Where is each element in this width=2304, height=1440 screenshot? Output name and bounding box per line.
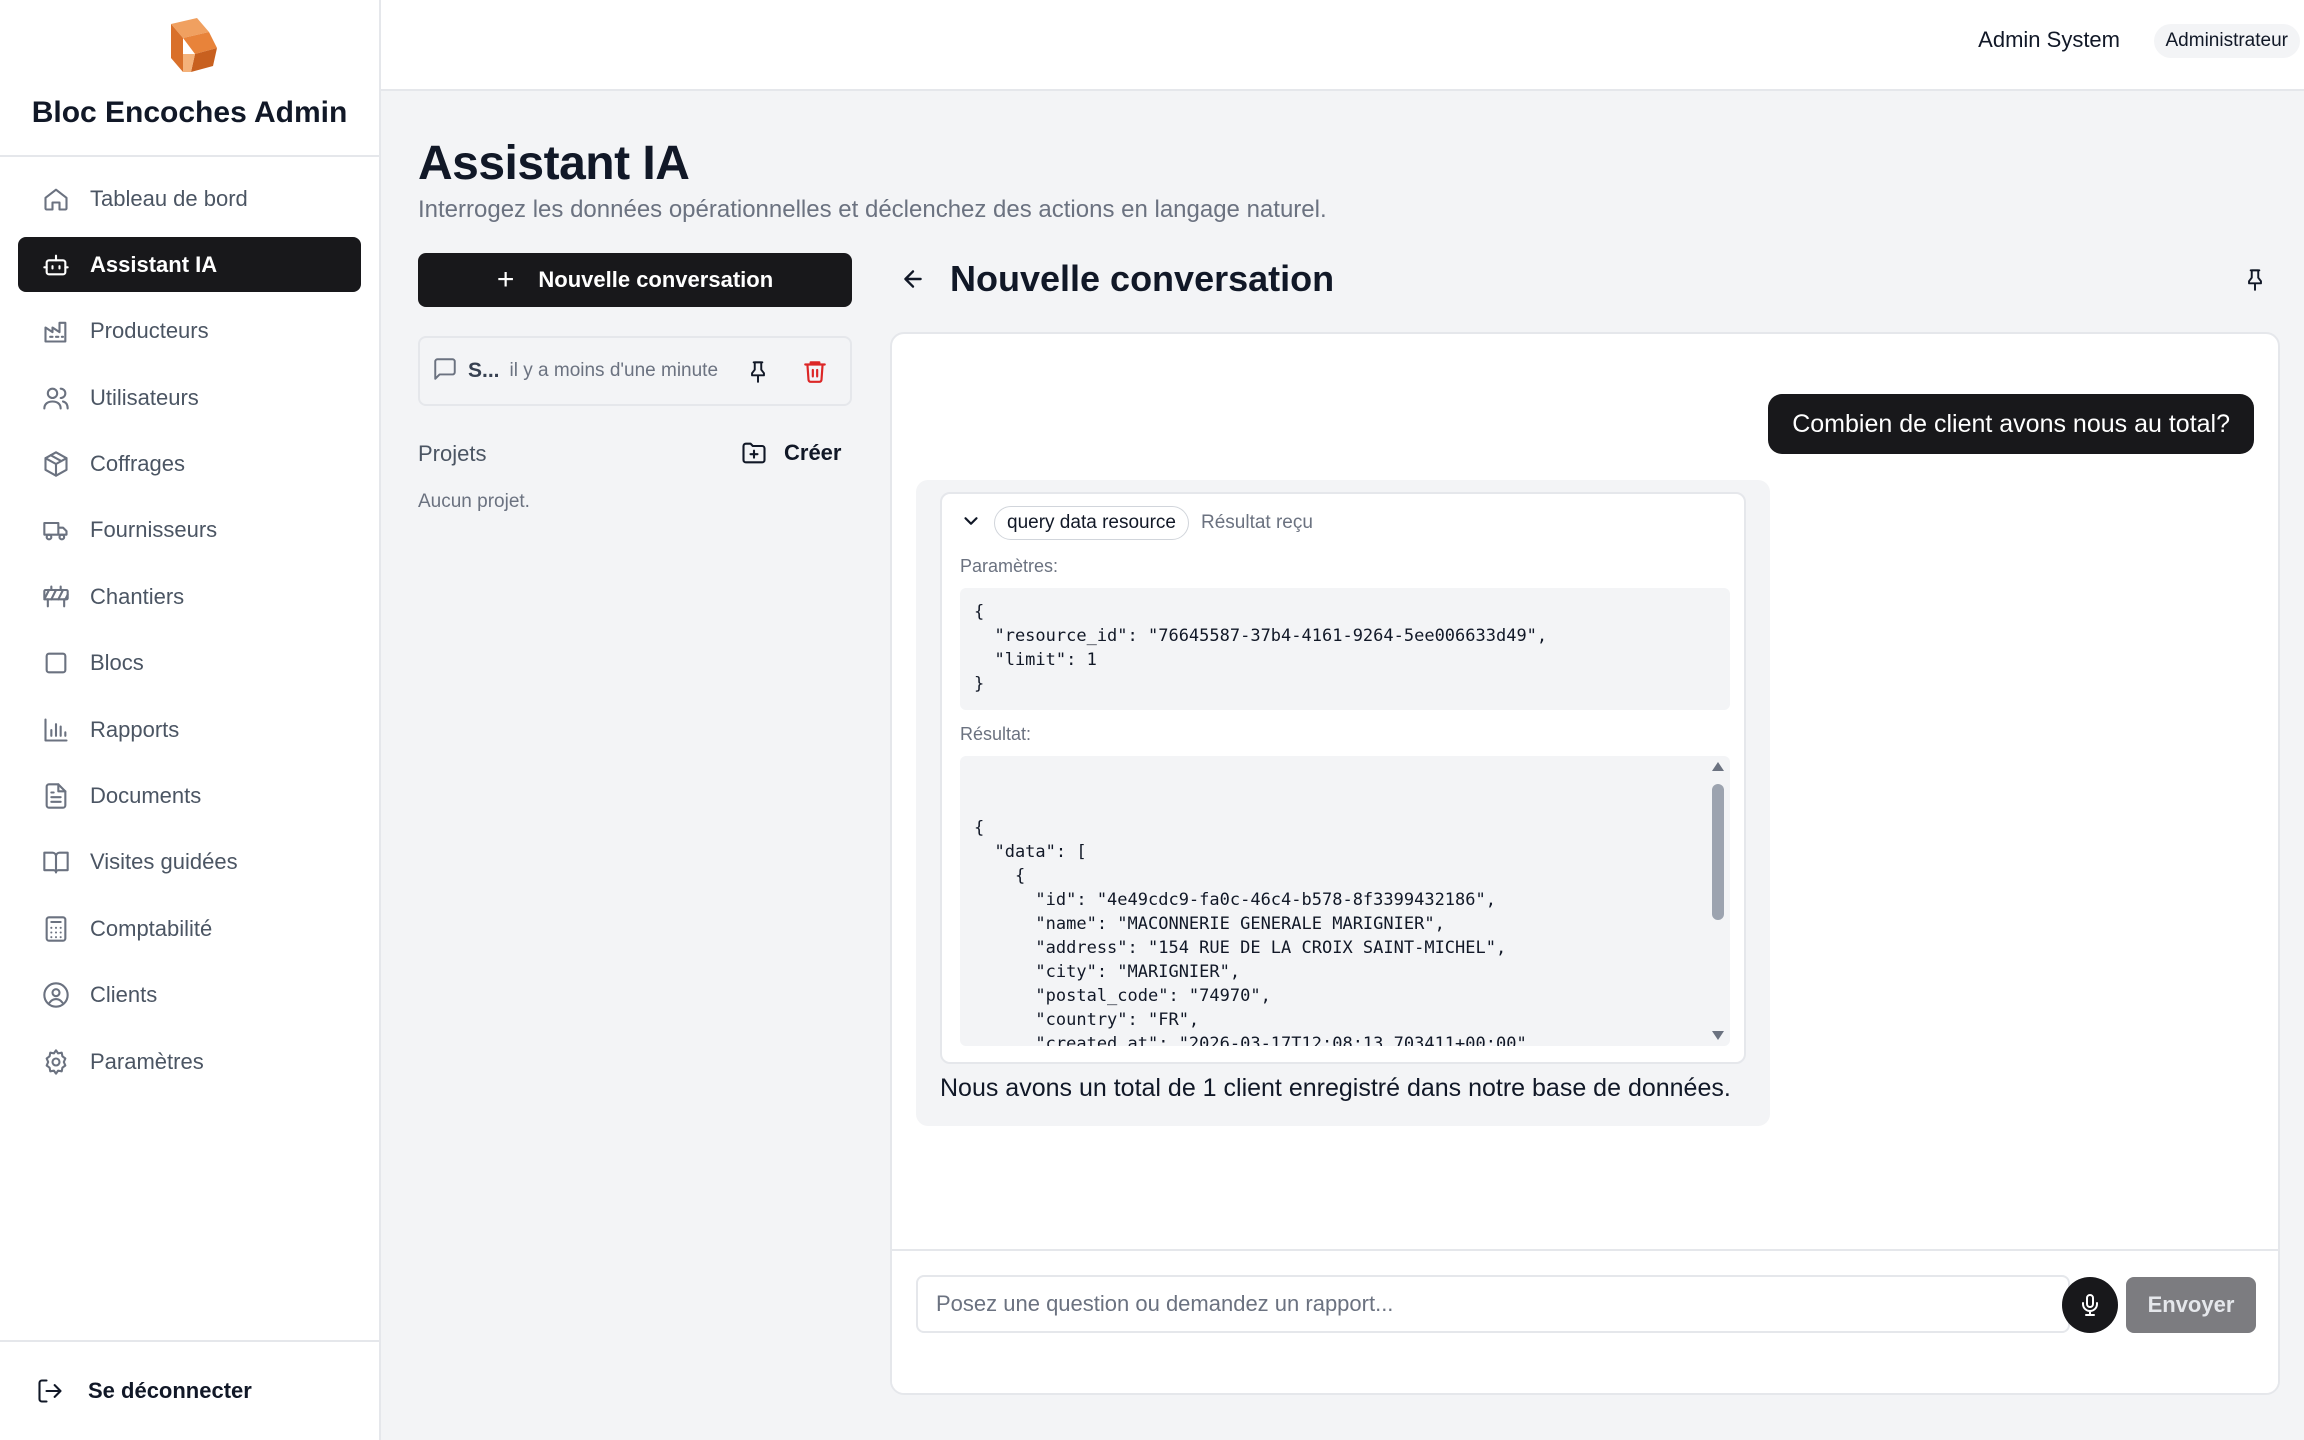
sidebar-item-tableau-de-bord[interactable]: Tableau de bord [18,171,361,226]
user-circle-icon [42,981,70,1009]
brand-logo-icon [170,18,217,72]
sidebar-item-blocs[interactable]: Blocs [18,636,361,691]
microphone-button[interactable] [2062,1277,2118,1333]
sidebar-item-label: Visites guidées [90,849,238,875]
sidebar-item-parametres[interactable]: Paramètres [18,1034,361,1089]
sidebar-item-assistant-ia[interactable]: Assistant IA [18,237,361,293]
conversation-list-item[interactable]: S... il y a moins d'une minute [418,336,852,406]
page-title: Assistant IA [418,137,690,190]
sidebar-item-label: Assistant IA [90,251,218,277]
sidebar-item-label: Clients [90,982,158,1008]
result-code: { "data": [ { "id": "4e49cdc9-fa0c-46c4-… [974,818,1537,1046]
chevron-down-icon[interactable] [960,510,982,537]
bar-chart-icon [42,716,70,744]
sidebar-item-chantiers[interactable]: Chantiers [18,569,361,624]
truck-icon [42,516,70,544]
params-code: { "resource_id": "76645587-37b4-4161-926… [960,588,1730,710]
scroll-up-arrow[interactable] [1712,762,1724,771]
construction-icon [42,583,70,611]
sidebar-item-producteurs[interactable]: Producteurs [18,304,361,359]
result-code-container[interactable]: { "data": [ { "id": "4e49cdc9-fa0c-46c4-… [960,756,1730,1046]
user-name[interactable]: Admin System [1978,27,2120,53]
logout-button[interactable]: Se déconnecter [0,1340,379,1440]
scroll-down-arrow[interactable] [1712,1031,1724,1040]
pin-icon[interactable] [2242,266,2268,297]
assistant-message: query data resource Résultat reçu Paramè… [916,480,1770,1126]
sidebar-item-clients[interactable]: Clients [18,968,361,1023]
tool-call-card: query data resource Résultat reçu Paramè… [940,492,1746,1064]
sidebar: Bloc Encoches Admin Tableau de bord Assi… [0,0,381,1440]
result-label: Résultat: [960,724,1032,744]
create-project-label: Créer [784,440,842,465]
folder-plus-icon [742,442,766,464]
sidebar-nav: Tableau de bord Assistant IA Producteurs… [0,157,379,1114]
book-open-icon [42,848,70,876]
user-message: Combien de client avons nous au total? [1768,394,2254,454]
sidebar-item-label: Paramètres [90,1048,204,1074]
sidebar-item-label: Rapports [90,716,180,742]
message-square-icon [432,356,458,387]
sidebar-item-label: Utilisateurs [90,384,199,410]
chat-input[interactable] [916,1275,2070,1333]
bot-icon [42,251,70,279]
conversation-title: S... [468,359,500,382]
topbar: Admin System Administrateur [381,0,2304,91]
sidebar-item-label: Coffrages [90,451,185,477]
tool-call-header[interactable]: query data resource Résultat reçu [960,506,1313,540]
tool-status: Résultat reçu [1201,512,1313,533]
sidebar-item-visites-guidees[interactable]: Visites guidées [18,835,361,890]
log-out-icon [36,1377,64,1405]
brand-name: Bloc Encoches Admin [31,96,348,129]
sidebar-item-label: Producteurs [90,318,209,344]
composer: Envoyer [892,1249,2278,1393]
trash-icon[interactable] [802,358,828,389]
params-label: Paramètres: [960,556,1059,576]
square-icon [42,649,70,677]
microphone-icon [2082,1294,2098,1316]
package-icon [42,450,70,478]
sidebar-item-comptabilite[interactable]: Comptabilité [18,901,361,956]
scrollbar[interactable] [1710,762,1726,1040]
sidebar-item-label: Tableau de bord [90,185,248,211]
page-subtitle: Interrogez les données opérationnelles e… [418,196,1327,223]
sidebar-item-label: Fournisseurs [90,517,218,543]
sidebar-item-label: Chantiers [90,583,185,609]
send-button[interactable]: Envoyer [2126,1277,2256,1333]
pin-icon[interactable] [745,358,771,389]
sidebar-item-rapports[interactable]: Rapports [18,702,361,757]
plus-icon: + [496,263,515,296]
sidebar-item-label: Documents [90,783,202,809]
sidebar-item-label: Comptabilité [90,915,213,941]
scrollbar-thumb[interactable] [1712,784,1724,920]
tool-name-badge: query data resource [994,506,1189,540]
empty-projects-text: Aucun projet. [418,491,530,512]
users-icon [42,384,70,412]
new-conversation-button[interactable]: + Nouvelle conversation [418,253,852,307]
brand: Bloc Encoches Admin [0,0,379,157]
projects-label: Projets [418,441,487,466]
role-badge: Administrateur [2153,24,2300,58]
sidebar-item-utilisateurs[interactable]: Utilisateurs [18,370,361,425]
sidebar-item-fournisseurs[interactable]: Fournisseurs [18,503,361,558]
back-arrow-icon[interactable] [900,266,926,297]
home-icon [42,185,70,213]
chat-title: Nouvelle conversation [950,258,1335,299]
assistant-answer: Nous avons un total de 1 client enregist… [940,1074,1731,1102]
conversation-time: il y a moins d'une minute [509,360,719,381]
sidebar-item-documents[interactable]: Documents [18,769,361,824]
factory-icon [42,317,70,345]
new-conversation-label: Nouvelle conversation [538,267,774,292]
logout-label: Se déconnecter [88,1378,252,1403]
file-text-icon [42,782,70,810]
chat-panel: Combien de client avons nous au total? q… [890,332,2280,1395]
settings-icon [42,1048,70,1076]
sidebar-item-label: Blocs [90,650,144,676]
create-project-button[interactable]: Créer [740,439,841,467]
calculator-icon [42,915,70,943]
sidebar-item-coffrages[interactable]: Coffrages [18,437,361,492]
